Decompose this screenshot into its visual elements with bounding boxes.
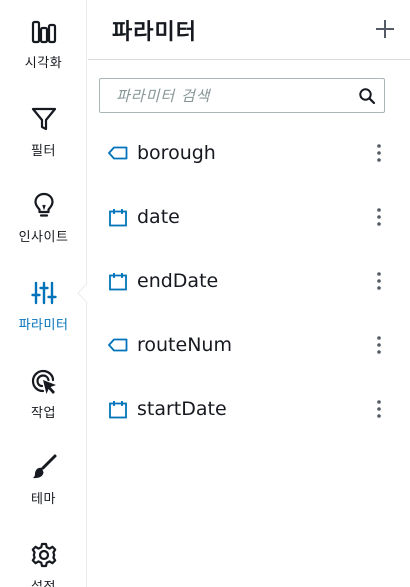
tag-icon [108,143,128,163]
rail-item-label: 작업 [31,406,56,421]
rail-item-insights[interactable]: 인사이트 [0,190,87,245]
filter-icon [29,104,59,134]
more-options-icon[interactable] [370,333,388,357]
panel-header: 파라미터 [88,0,410,60]
list-item[interactable]: routeNum [88,313,410,377]
cursor-target-icon [29,366,59,396]
left-nav-rail: 시각화 필터 인사이트 파라미터 작업 테마 [0,0,87,587]
gear-icon [29,540,59,570]
rail-item-parameters[interactable]: 파라미터 [0,278,87,333]
parameter-name: borough [137,142,216,164]
brush-icon [29,452,59,482]
sliders-icon [29,278,59,308]
list-item[interactable]: borough [88,121,410,185]
search-icon[interactable] [350,79,384,112]
rail-item-visualize[interactable]: 시각화 [0,16,87,71]
list-item[interactable]: date [88,185,410,249]
rail-item-actions[interactable]: 작업 [0,366,87,421]
rail-item-label: 시각화 [24,56,63,71]
rail-item-filter[interactable]: 필터 [0,104,87,159]
rail-item-themes[interactable]: 테마 [0,452,87,507]
parameter-name: endDate [137,270,219,292]
rail-item-label: 테마 [31,492,56,507]
search-box [99,78,385,113]
rail-item-label: 파라미터 [18,318,69,333]
calendar-icon [108,271,128,291]
panel-title: 파라미터 [112,20,197,45]
rail-item-label: 설정 [31,576,56,587]
add-parameter-button[interactable] [374,18,396,40]
more-options-icon[interactable] [370,397,388,421]
tag-icon [108,335,128,355]
calendar-icon [108,207,128,227]
parameter-name: routeNum [137,334,232,356]
rail-item-settings[interactable]: 설정 [0,540,87,587]
search-input[interactable] [100,79,350,112]
list-item[interactable]: startDate [88,377,410,441]
more-options-icon[interactable] [370,269,388,293]
rail-item-label: 필터 [31,144,56,159]
parameter-name: date [137,206,180,228]
more-options-icon[interactable] [370,205,388,229]
rail-item-label: 인사이트 [18,230,69,245]
lightbulb-icon [29,190,59,220]
calendar-icon [108,399,128,419]
more-options-icon[interactable] [370,141,388,165]
parameter-name: startDate [137,398,227,420]
parameters-panel: 파라미터 borough [88,0,410,587]
list-item[interactable]: endDate [88,249,410,313]
bar-chart-icon [29,16,59,46]
plus-icon [376,20,394,38]
